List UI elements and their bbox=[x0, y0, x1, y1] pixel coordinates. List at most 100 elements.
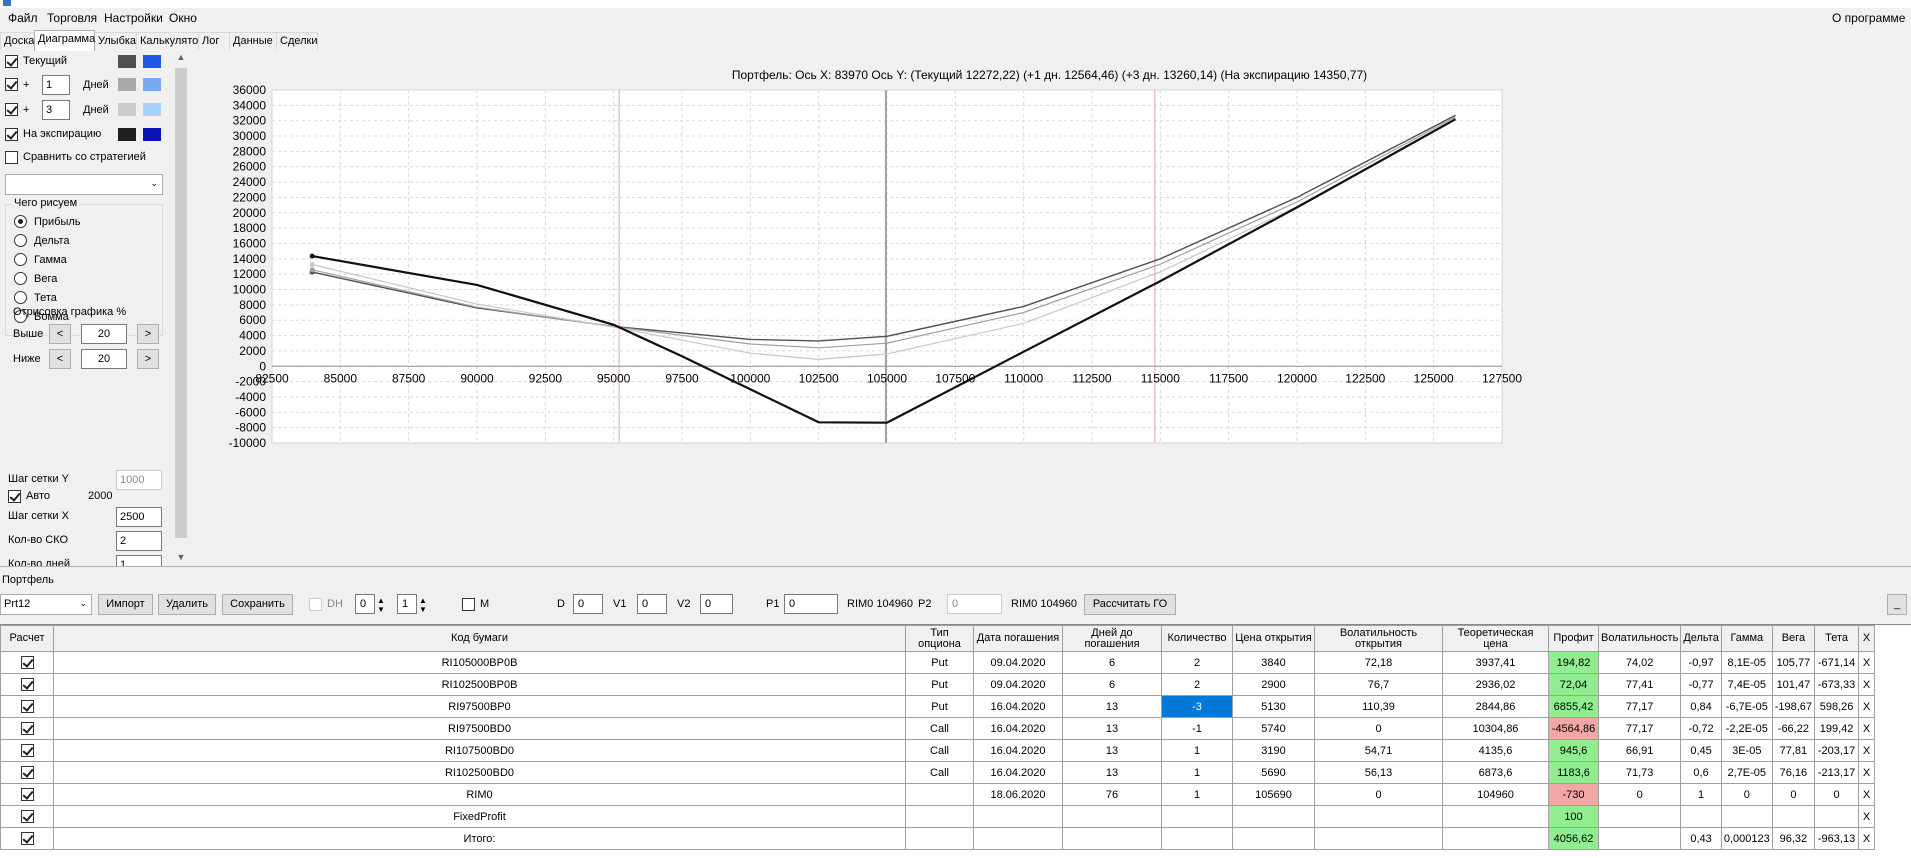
table-row[interactable]: RI105000BP0B Put 09.04.2020 6 2 3840 72,18 3937… bbox=[0, 651, 1876, 674]
table-cell[interactable] bbox=[1161, 827, 1233, 850]
table-cell[interactable]: -1 bbox=[1161, 717, 1233, 740]
menu-trade[interactable]: Торговля bbox=[47, 11, 97, 25]
col-header[interactable]: Расчет bbox=[0, 625, 54, 652]
d-input[interactable]: 0 bbox=[573, 594, 603, 614]
calc-checkbox-cell[interactable] bbox=[0, 717, 54, 740]
below-decrease-button[interactable]: < bbox=[49, 349, 71, 369]
table-cell[interactable]: 2 bbox=[1161, 651, 1233, 674]
remove-row-button[interactable]: X bbox=[1858, 695, 1876, 718]
table-row[interactable]: RI102500BP0B Put 09.04.2020 6 2 2900 76,7 2936,… bbox=[0, 673, 1876, 696]
below-input[interactable]: 20 bbox=[81, 349, 127, 369]
strategy-select[interactable]: ⌄ bbox=[5, 174, 163, 195]
dh-stepper-2-arrows-icon[interactable]: ▲ ▼ bbox=[419, 596, 427, 614]
tab-board[interactable]: Доска bbox=[0, 32, 35, 50]
calc-checkbox[interactable] bbox=[20, 766, 34, 779]
menu-window[interactable]: Окно bbox=[169, 11, 197, 25]
dh-stepper-1[interactable]: 0 bbox=[355, 594, 375, 614]
dh-checkbox[interactable] bbox=[309, 598, 322, 611]
tab-diagram[interactable]: Диаграмма bbox=[34, 30, 95, 51]
portfolio-select[interactable]: Prt12 ⌄ bbox=[0, 594, 92, 615]
p2-input[interactable]: 0 bbox=[947, 594, 1002, 614]
col-header[interactable]: Тип опциона bbox=[905, 625, 974, 652]
tab-data[interactable]: Данные bbox=[229, 32, 277, 50]
calc-checkbox-cell[interactable] bbox=[0, 783, 54, 806]
col-header[interactable]: Профит bbox=[1548, 625, 1599, 652]
radio-delta[interactable] bbox=[14, 234, 27, 247]
m-checkbox[interactable] bbox=[462, 598, 475, 611]
calc-go-button[interactable]: Рассчитать ГО bbox=[1084, 594, 1176, 615]
remove-row-button[interactable]: X bbox=[1858, 805, 1876, 828]
payoff-chart[interactable]: 82500 85000 87500 90000 92500 95000 97500 10000… bbox=[188, 50, 1911, 566]
col-header[interactable]: Дата погашения bbox=[973, 625, 1063, 652]
import-button[interactable]: Импорт bbox=[98, 594, 153, 615]
calc-checkbox[interactable] bbox=[20, 832, 34, 845]
radio-profit[interactable] bbox=[14, 215, 27, 228]
auto-checkbox[interactable] bbox=[8, 490, 21, 503]
table-cell[interactable]: 2 bbox=[1161, 673, 1233, 696]
above-input[interactable]: 20 bbox=[81, 324, 127, 344]
plus2-checkbox[interactable] bbox=[5, 103, 18, 116]
calc-checkbox[interactable] bbox=[20, 678, 34, 691]
expiry-color-swatch[interactable] bbox=[118, 128, 136, 141]
calc-checkbox-cell[interactable] bbox=[0, 761, 54, 784]
col-header[interactable]: Тета bbox=[1814, 625, 1860, 652]
calc-checkbox[interactable] bbox=[20, 656, 34, 669]
calc-checkbox-cell[interactable] bbox=[0, 739, 54, 762]
table-cell[interactable]: -3 bbox=[1161, 695, 1233, 718]
col-header[interactable]: Дельта bbox=[1680, 625, 1722, 652]
remove-row-button[interactable]: X bbox=[1858, 739, 1876, 762]
table-cell[interactable]: 1 bbox=[1161, 739, 1233, 762]
save-button[interactable]: Сохранить bbox=[222, 594, 293, 615]
above-increase-button[interactable]: > bbox=[137, 324, 159, 344]
table-row[interactable]: RI102500BD0 Call 16.04.2020 13 1 5690 56,13 687… bbox=[0, 761, 1876, 784]
tab-log[interactable]: Лог bbox=[198, 32, 230, 50]
col-header[interactable]: Теоретическая цена bbox=[1442, 625, 1549, 652]
col-header[interactable]: Количество bbox=[1161, 625, 1233, 652]
table-cell[interactable]: 1 bbox=[1161, 761, 1233, 784]
menu-about[interactable]: О программе bbox=[1832, 11, 1905, 25]
col-header[interactable]: Волатильность bbox=[1597, 625, 1682, 652]
remove-row-button[interactable]: X bbox=[1858, 717, 1876, 740]
scroll-up-icon[interactable]: ▲ bbox=[176, 52, 186, 62]
v1-input[interactable]: 0 bbox=[637, 594, 667, 614]
menu-file[interactable]: Файл bbox=[8, 11, 38, 25]
above-decrease-button[interactable]: < bbox=[49, 324, 71, 344]
radio-theta[interactable] bbox=[14, 291, 27, 304]
col-header[interactable]: Гамма bbox=[1720, 625, 1773, 652]
calc-checkbox-cell[interactable] bbox=[0, 805, 54, 828]
col-header[interactable]: X bbox=[1858, 625, 1876, 652]
radio-vega[interactable] bbox=[14, 272, 27, 285]
plus1-alt-color-swatch[interactable] bbox=[143, 78, 161, 91]
plus1-days-input[interactable]: 1 bbox=[42, 75, 70, 95]
plus1-checkbox[interactable] bbox=[5, 78, 18, 91]
tab-smile[interactable]: Улыбка bbox=[94, 32, 137, 50]
p1-input[interactable]: 0 bbox=[784, 594, 838, 614]
calc-checkbox-cell[interactable] bbox=[0, 651, 54, 674]
remove-row-button[interactable]: X bbox=[1858, 827, 1876, 850]
col-header[interactable]: Код бумаги bbox=[53, 625, 906, 652]
expiry-alt-color-swatch[interactable] bbox=[143, 128, 161, 141]
col-header[interactable]: Цена открытия bbox=[1232, 625, 1315, 652]
scroll-down-icon[interactable]: ▼ bbox=[176, 552, 186, 562]
grid-y-input[interactable]: 1000 bbox=[116, 470, 162, 490]
remove-row-button[interactable]: X bbox=[1858, 673, 1876, 696]
table-row[interactable]: Итого: 4056,62 0,43 0,000123 96,32 -963,13 X bbox=[0, 827, 1876, 850]
plus2-days-input[interactable]: 3 bbox=[42, 100, 70, 120]
calc-checkbox[interactable] bbox=[20, 744, 34, 757]
below-increase-button[interactable]: > bbox=[137, 349, 159, 369]
tab-deals[interactable]: Сделки bbox=[276, 32, 318, 50]
tab-calculator[interactable]: Калькулятор bbox=[136, 32, 204, 50]
minimize-button[interactable]: _ bbox=[1887, 594, 1907, 615]
plus1-color-swatch[interactable] bbox=[118, 78, 136, 91]
calc-checkbox-cell[interactable] bbox=[0, 673, 54, 696]
remove-row-button[interactable]: X bbox=[1858, 783, 1876, 806]
table-row[interactable]: RI97500BD0 Call 16.04.2020 13 -1 5740 0 10304,8… bbox=[0, 717, 1876, 740]
calc-checkbox[interactable] bbox=[20, 788, 34, 801]
dh-stepper-1-arrows-icon[interactable]: ▲ ▼ bbox=[377, 596, 385, 614]
plus2-alt-color-swatch[interactable] bbox=[143, 103, 161, 116]
table-cell[interactable] bbox=[1161, 805, 1233, 828]
dh-stepper-2[interactable]: 1 bbox=[397, 594, 417, 614]
settings-scrollbar-thumb[interactable] bbox=[175, 68, 187, 538]
grid-x-input[interactable]: 2500 bbox=[116, 507, 162, 527]
calc-checkbox-cell[interactable] bbox=[0, 695, 54, 718]
